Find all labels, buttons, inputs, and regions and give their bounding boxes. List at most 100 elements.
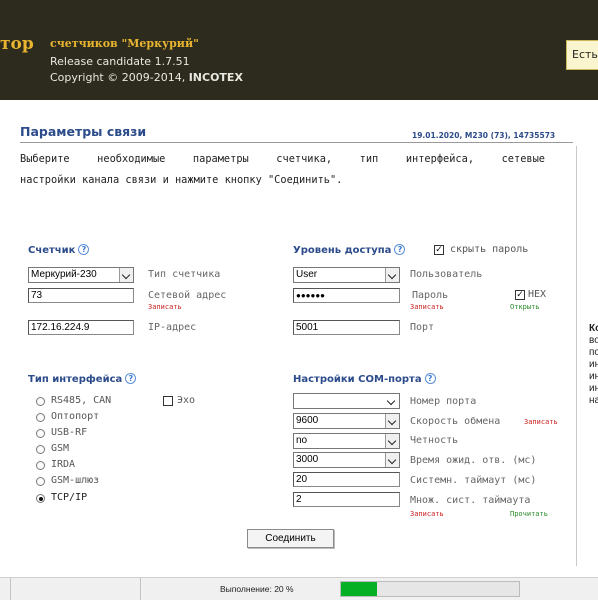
baud-write-link[interactable]: Записать (524, 418, 558, 426)
side-panel-line: ин (589, 371, 598, 382)
hide-password-checkbox[interactable]: ✓ (434, 245, 444, 255)
com-heading-text: Настройки COM-порта (293, 374, 422, 385)
interface-heading-text: Тип интерфейса (28, 374, 123, 385)
radio-label: GSM-шлюз (51, 475, 100, 486)
meter-heading-text: Счетчик (28, 245, 76, 256)
page-title: Параметры связи (20, 124, 147, 139)
hide-password-label: скрыть пароль (450, 244, 529, 255)
chevron-down-icon (385, 434, 399, 448)
status-text: Выполнение: 20 % (220, 584, 294, 594)
meter-type-label: Тип счетчика (148, 269, 221, 280)
side-panel-line: ин (589, 359, 598, 370)
side-panel-line: по (589, 347, 598, 358)
access-level-heading: Уровень доступа? (293, 244, 406, 256)
parity-select[interactable]: no (293, 433, 400, 449)
com-port-heading: Настройки COM-порта? (293, 373, 436, 385)
echo-checkbox[interactable] (163, 396, 173, 406)
ip-address-input[interactable]: 172.16.224.9 (28, 320, 134, 335)
status-divider (10, 578, 11, 600)
help-icon[interactable]: ? (78, 244, 90, 255)
interface-type-heading: Тип интерфейса? (28, 373, 137, 385)
side-panel-line: во (589, 335, 598, 346)
copyright-prefix: Copyright © 2009-2014, (50, 71, 189, 84)
help-icon[interactable]: ? (394, 244, 406, 255)
parity-value: no (296, 435, 308, 446)
radio-label: Оптопорт (51, 411, 100, 422)
hex-checkbox[interactable]: ✓ (515, 290, 525, 300)
chevron-down-icon (385, 394, 399, 408)
radio-tcp-ip[interactable] (36, 494, 45, 503)
multiplier-read-link[interactable]: Прочитать (510, 510, 548, 518)
radio-label: TCP/IP (51, 492, 88, 503)
password-label: Пароль (412, 290, 449, 301)
baud-rate-value: 9600 (296, 415, 319, 426)
hex-open-link[interactable]: Открыть (510, 303, 540, 311)
access-heading-text: Уровень доступа (293, 245, 392, 256)
product-name: счетчиков "Меркурий" (50, 37, 199, 50)
copyright-company: INCOTEX (188, 71, 243, 84)
multiplier-write-link[interactable]: Записать (410, 510, 444, 518)
radio-label: RS485, CAN (51, 395, 112, 406)
radio-rs485-can[interactable] (36, 397, 45, 406)
release-label: Release candidate 1.7.51 (50, 55, 190, 68)
progress-fill (341, 582, 377, 596)
meter-type-value: Меркурий-230 (31, 269, 97, 280)
response-wait-value: 3000 (296, 454, 319, 465)
timeout-multiplier-input[interactable]: 2 (293, 492, 400, 507)
radio-gsm[interactable] (36, 445, 45, 454)
side-panel-line: Ко (589, 323, 598, 334)
app-header: тор счетчиков "Меркурий" Release candida… (0, 0, 598, 100)
port-label: Порт (410, 322, 435, 333)
user-label: Пользователь (410, 269, 483, 280)
system-timeout-label: Системн. таймаут (мс) (410, 475, 537, 486)
status-divider (140, 578, 141, 600)
side-divider (576, 146, 577, 566)
radio-irda[interactable] (36, 461, 45, 470)
meter-section-heading: Счетчик? (28, 244, 90, 256)
com-port-label: Номер порта (410, 396, 477, 407)
timeout-multiplier-label: Множ. сист. таймаута (410, 495, 531, 506)
chevron-down-icon (119, 268, 133, 282)
chevron-down-icon (385, 453, 399, 467)
user-value: User (296, 269, 318, 280)
network-address-input[interactable]: 73 (28, 288, 134, 303)
status-bar: Выполнение: 20 % (0, 577, 598, 600)
side-panel-line: ин (589, 383, 598, 394)
radio-label: USB-RF (51, 427, 88, 438)
radio-usb-rf[interactable] (36, 429, 45, 438)
page-description-line1: Выберите необходимые параметры счетчика,… (20, 153, 545, 165)
port-input[interactable]: 5001 (293, 320, 400, 335)
response-wait-select[interactable]: 3000 (293, 452, 400, 468)
com-port-select[interactable] (293, 393, 400, 409)
progress-bar (340, 581, 520, 597)
user-select[interactable]: User (293, 267, 400, 283)
title-divider (20, 142, 573, 143)
radio-label: GSM (51, 443, 70, 454)
password-write-link[interactable]: Записать (410, 303, 444, 311)
baud-rate-label: Скорость обмена (410, 416, 501, 427)
password-input[interactable]: ●●●●●● (293, 288, 400, 303)
meter-meta-info: 19.01.2020, М230 (73), 14735573 (412, 131, 556, 140)
help-icon[interactable]: ? (125, 373, 137, 384)
header-side-tab[interactable]: Есть (566, 40, 598, 70)
system-timeout-input[interactable]: 20 (293, 472, 400, 487)
hex-label: HEX (528, 289, 547, 300)
connect-button[interactable]: Соединить (247, 529, 334, 548)
baud-rate-select[interactable]: 9600 (293, 413, 400, 429)
radio-optoport[interactable] (36, 413, 45, 422)
radio-label: IRDA (51, 459, 76, 470)
response-wait-label: Время ожид. отв. (мс) (410, 455, 537, 466)
ip-address-label: IP-адрес (148, 322, 197, 333)
echo-label: Эхо (177, 395, 196, 406)
chevron-down-icon (385, 414, 399, 428)
radio-gsm-gateway[interactable] (36, 477, 45, 486)
page-description-line2: настройки канала связи и нажмите кнопку … (20, 174, 343, 186)
meter-type-select[interactable]: Меркурий-230 (28, 267, 134, 283)
parity-label: Четность (410, 435, 459, 446)
chevron-down-icon (385, 268, 399, 282)
side-panel-line: на (589, 395, 598, 406)
network-address-label: Сетевой адрес (148, 290, 227, 301)
help-icon[interactable]: ? (424, 373, 436, 384)
copyright-label: Copyright © 2009-2014, INCOTEX (50, 71, 243, 84)
address-write-link[interactable]: Записать (148, 303, 182, 311)
